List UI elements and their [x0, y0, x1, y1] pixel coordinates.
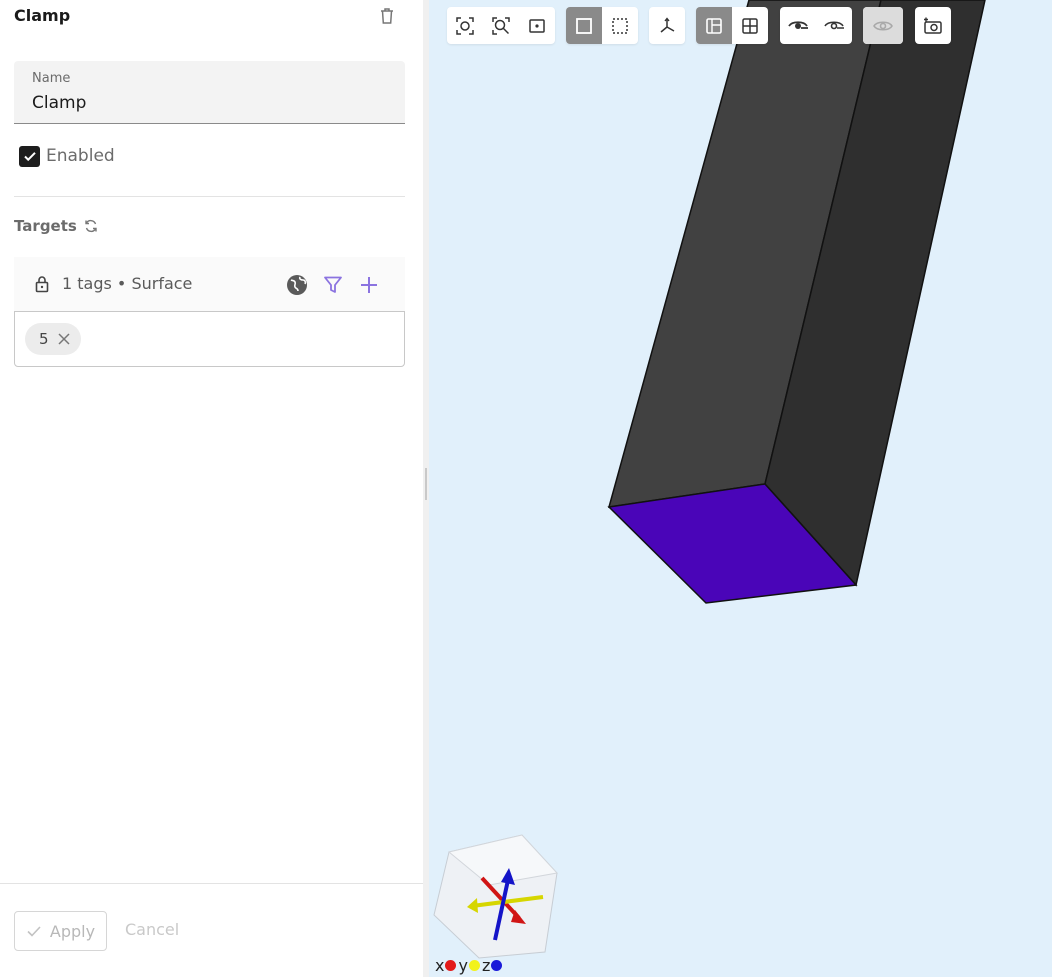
- add-icon[interactable]: [358, 274, 380, 296]
- show-icon: [788, 20, 808, 29]
- apply-button[interactable]: Apply: [14, 911, 107, 951]
- select-solid-icon: [576, 17, 592, 34]
- check-icon: [27, 926, 41, 937]
- checkmark-icon: [23, 152, 36, 162]
- axes-legend: x y z: [435, 956, 504, 975]
- center-view-icon: [529, 18, 545, 33]
- target-summary: 1 tags • Surface: [62, 274, 193, 293]
- name-input[interactable]: Clamp: [32, 93, 382, 113]
- axis-y-label: y: [458, 956, 468, 975]
- targets-label: Targets: [14, 217, 77, 235]
- axes-group: [649, 7, 685, 44]
- splitter-grip[interactable]: [425, 468, 427, 500]
- show-button[interactable]: [780, 7, 816, 44]
- axis-z-label: z: [481, 956, 491, 975]
- axis-x-label: x: [435, 956, 445, 975]
- footer-divider: [0, 883, 423, 884]
- axes-orientation-button[interactable]: [649, 7, 685, 44]
- cancel-button[interactable]: Cancel: [125, 920, 179, 939]
- axes-orientation-icon: [660, 16, 675, 33]
- refresh-icon[interactable]: [83, 218, 99, 234]
- globe-icon[interactable]: [285, 273, 309, 297]
- axis-x-item: x: [435, 956, 457, 975]
- enabled-checkbox[interactable]: [19, 145, 40, 167]
- axis-z-dot: [491, 960, 503, 971]
- panel-title: Clamp: [14, 6, 71, 25]
- focus-selection-button[interactable]: [447, 7, 483, 44]
- hidden-toggle-group: [863, 7, 903, 44]
- focus-selection-icon: [456, 16, 474, 35]
- hidden-toggle-button[interactable]: [863, 7, 903, 44]
- orientation-cube[interactable]: [433, 834, 558, 959]
- quad-view-icon: [742, 17, 758, 34]
- target-summary-card: 1 tags • Surface: [14, 257, 405, 311]
- single-view-icon: [706, 17, 722, 34]
- view-tools-group: [447, 7, 555, 44]
- name-field[interactable]: Name Clamp: [14, 61, 405, 124]
- select-box-button[interactable]: [602, 7, 638, 44]
- layout-group: [696, 7, 768, 44]
- quad-view-button[interactable]: [732, 7, 768, 44]
- viewport-3d[interactable]: x y z: [429, 0, 1052, 977]
- apply-label: Apply: [49, 921, 96, 941]
- selection-mode-group: [566, 7, 638, 44]
- axis-x-dot: [445, 960, 457, 971]
- axis-y-dot: [468, 960, 480, 971]
- tag-chip: 5: [25, 323, 81, 355]
- zoom-fit-button[interactable]: [483, 7, 519, 44]
- lock-icon: [35, 276, 49, 293]
- enabled-label: Enabled: [46, 146, 115, 166]
- screenshot-icon: [924, 17, 942, 34]
- screenshot-group: [915, 7, 951, 44]
- target-tags-input[interactable]: 5: [14, 311, 405, 367]
- visibility-group: [780, 7, 852, 44]
- hide-icon: [824, 20, 844, 29]
- tag-chip-label: 5: [39, 330, 49, 348]
- select-box-icon: [612, 17, 628, 34]
- filter-icon[interactable]: [322, 274, 344, 296]
- hide-button[interactable]: [816, 7, 852, 44]
- hidden-toggle-icon: [873, 20, 893, 31]
- axis-y-item: y: [458, 956, 480, 975]
- screenshot-button[interactable]: [915, 7, 951, 44]
- properties-panel: Clamp Name Clamp Enabled Targets 1 tags …: [0, 0, 423, 977]
- name-field-label: Name: [32, 71, 71, 86]
- single-view-button[interactable]: [696, 7, 732, 44]
- zoom-fit-icon: [492, 16, 510, 35]
- scene-canvas[interactable]: [429, 0, 1052, 977]
- center-view-button[interactable]: [519, 7, 555, 44]
- axis-z-item: z: [481, 956, 503, 975]
- section-divider: [14, 196, 405, 197]
- remove-tag-icon[interactable]: [57, 332, 71, 346]
- select-solid-button[interactable]: [566, 7, 602, 44]
- trash-icon[interactable]: [377, 6, 397, 26]
- enabled-toggle[interactable]: Enabled: [19, 145, 115, 167]
- targets-header: Targets: [14, 217, 99, 235]
